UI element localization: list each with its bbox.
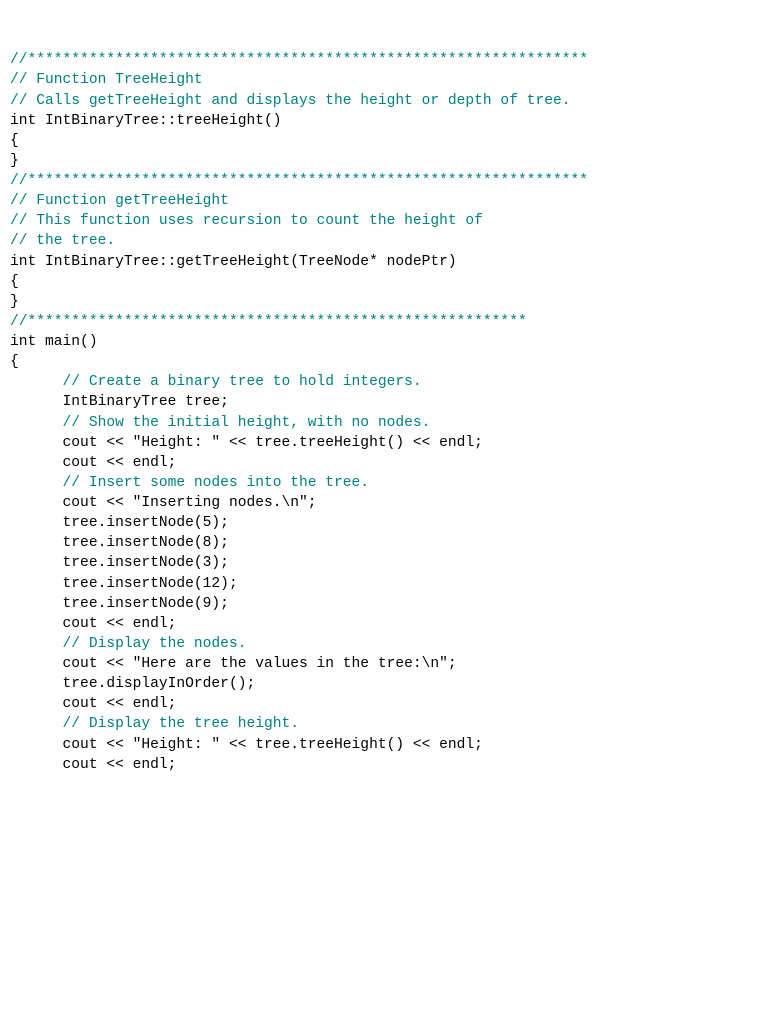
code-token xyxy=(10,716,63,732)
code-line: // Calls getTreeHeight and displays the … xyxy=(10,91,769,111)
code-token: // Insert some nodes into the tree. xyxy=(63,475,370,491)
code-line: cout << "Height: " << tree.treeHeight() … xyxy=(10,735,769,755)
code-token: //**************************************… xyxy=(10,52,588,68)
code-line: cout << endl; xyxy=(10,694,769,714)
code-token: cout << "Inserting nodes.\n"; xyxy=(10,495,317,511)
code-line: tree.insertNode(5); xyxy=(10,513,769,533)
code-line: cout << "Inserting nodes.\n"; xyxy=(10,493,769,513)
code-token: cout << endl; xyxy=(10,616,176,632)
code-line: tree.insertNode(3); xyxy=(10,553,769,573)
code-token: { xyxy=(10,354,19,370)
code-token: tree.insertNode(5); xyxy=(10,515,229,531)
code-token: tree.insertNode(12); xyxy=(10,576,238,592)
code-line: //**************************************… xyxy=(10,171,769,191)
code-line: cout << "Here are the values in the tree… xyxy=(10,654,769,674)
code-token: } xyxy=(10,153,19,169)
code-token: } xyxy=(10,294,19,310)
code-line: // the tree. xyxy=(10,231,769,251)
code-line: cout << endl; xyxy=(10,614,769,634)
code-line: int IntBinaryTree::getTreeHeight(TreeNod… xyxy=(10,252,769,272)
code-token: int main() xyxy=(10,334,98,350)
code-token: tree.insertNode(3); xyxy=(10,555,229,571)
code-token xyxy=(10,374,63,390)
code-token: { xyxy=(10,274,19,290)
code-token: // Create a binary tree to hold integers… xyxy=(63,374,422,390)
code-line: // Display the tree height. xyxy=(10,714,769,734)
code-line: // Create a binary tree to hold integers… xyxy=(10,372,769,392)
code-line: { xyxy=(10,131,769,151)
code-token: cout << "Height: " << tree.treeHeight() … xyxy=(10,435,483,451)
code-token xyxy=(10,636,63,652)
code-line: int IntBinaryTree::treeHeight() xyxy=(10,111,769,131)
code-line: //**************************************… xyxy=(10,50,769,70)
code-token: //**************************************… xyxy=(10,173,588,189)
code-line: int main() xyxy=(10,332,769,352)
code-token: cout << endl; xyxy=(10,696,176,712)
code-token: // Function getTreeHeight xyxy=(10,193,229,209)
code-line: } xyxy=(10,292,769,312)
code-token: cout << "Here are the values in the tree… xyxy=(10,656,457,672)
code-line: // Insert some nodes into the tree. xyxy=(10,473,769,493)
code-line: { xyxy=(10,272,769,292)
code-token xyxy=(10,415,63,431)
code-token: // Function TreeHeight xyxy=(10,72,203,88)
code-line: tree.insertNode(8); xyxy=(10,533,769,553)
code-token: int IntBinaryTree::treeHeight() xyxy=(10,113,282,129)
code-token: // Show the initial height, with no node… xyxy=(63,415,431,431)
code-token: tree.insertNode(9); xyxy=(10,596,229,612)
code-line: tree.insertNode(9); xyxy=(10,594,769,614)
code-token xyxy=(10,475,63,491)
code-token: tree.insertNode(8); xyxy=(10,535,229,551)
code-line: tree.displayInOrder(); xyxy=(10,674,769,694)
code-token: // the tree. xyxy=(10,233,115,249)
code-line: // Function TreeHeight xyxy=(10,70,769,90)
code-block: //**************************************… xyxy=(10,50,769,775)
code-token: // Display the nodes. xyxy=(63,636,247,652)
code-token: cout << endl; xyxy=(10,757,176,773)
code-line: { xyxy=(10,352,769,372)
code-line: cout << endl; xyxy=(10,755,769,775)
code-token: // Calls getTreeHeight and displays the … xyxy=(10,93,571,109)
code-line: // Show the initial height, with no node… xyxy=(10,413,769,433)
code-token: IntBinaryTree tree; xyxy=(10,394,229,410)
code-token: { xyxy=(10,133,19,149)
code-token: int IntBinaryTree::getTreeHeight(TreeNod… xyxy=(10,254,457,270)
code-token: // Display the tree height. xyxy=(63,716,299,732)
code-token: cout << endl; xyxy=(10,455,176,471)
code-line: IntBinaryTree tree; xyxy=(10,392,769,412)
code-token: //**************************************… xyxy=(10,314,527,330)
code-line: tree.insertNode(12); xyxy=(10,574,769,594)
code-line: // Display the nodes. xyxy=(10,634,769,654)
code-line: // Function getTreeHeight xyxy=(10,191,769,211)
code-line: cout << "Height: " << tree.treeHeight() … xyxy=(10,433,769,453)
code-token: // This function uses recursion to count… xyxy=(10,213,483,229)
code-token: tree.displayInOrder(); xyxy=(10,676,255,692)
code-line: } xyxy=(10,151,769,171)
code-token: cout << "Height: " << tree.treeHeight() … xyxy=(10,737,483,753)
code-line: cout << endl; xyxy=(10,453,769,473)
code-line: // This function uses recursion to count… xyxy=(10,211,769,231)
code-line: //**************************************… xyxy=(10,312,769,332)
